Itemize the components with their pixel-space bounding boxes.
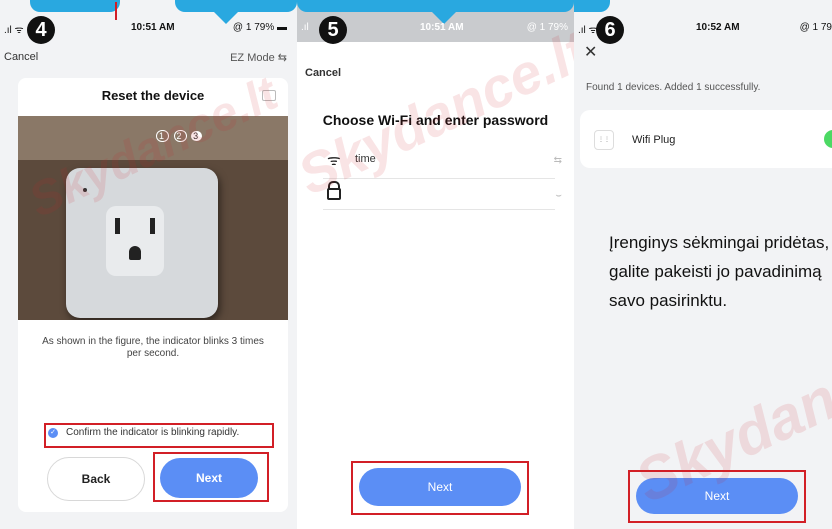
success-note: Įrenginys sėkmingai pridėtas, galite pak… bbox=[609, 233, 830, 310]
plug-icon: ⋮⋮ bbox=[594, 130, 614, 150]
step-5-panel: 5 .ıl 10:51 AM @ 1 79% Cancel Choose Wi-… bbox=[297, 0, 574, 529]
ez-mode-selector[interactable]: EZ Mode ⇆ bbox=[230, 51, 287, 64]
marker-line bbox=[115, 2, 117, 20]
device-card[interactable]: ⋮⋮ Wifi Plug bbox=[580, 110, 832, 168]
back-button[interactable]: Back bbox=[47, 457, 145, 501]
step-number-badge: 4 bbox=[27, 16, 55, 44]
password-field[interactable] bbox=[353, 186, 533, 202]
signal-icon: .ıl bbox=[301, 22, 309, 33]
close-icon[interactable]: ✕ bbox=[584, 42, 597, 62]
swap-network-icon[interactable]: ⇆ bbox=[554, 155, 562, 166]
highlight-next bbox=[351, 461, 529, 515]
step-tab bbox=[297, 0, 574, 12]
status-time: 10:51 AM bbox=[131, 22, 175, 33]
eye-hidden-icon[interactable]: ⌣ bbox=[555, 190, 562, 201]
device-name: Wifi Plug bbox=[632, 134, 676, 146]
highlight-next bbox=[153, 452, 269, 502]
swap-icon: ⇆ bbox=[277, 52, 287, 64]
found-devices-text: Found 1 devices. Added 1 successfully. bbox=[586, 82, 761, 93]
status-time: 10:52 AM bbox=[696, 22, 740, 33]
signal-icon: .ıl ᯤ bbox=[4, 25, 24, 36]
step-number-badge: 5 bbox=[319, 16, 347, 44]
status-battery: @ 1 79 bbox=[799, 22, 832, 33]
cancel-link[interactable]: Cancel bbox=[4, 51, 38, 63]
status-battery: @ 1 79% ▬ bbox=[232, 22, 287, 33]
step-number-badge: 6 bbox=[596, 16, 624, 44]
step-4-panel: 4 .ıl ᯤ 10:51 AM @ 1 79% ▬ Cancel EZ Mod… bbox=[0, 0, 297, 529]
step-6-panel: 6 .ıl ᯤ 10:52 AM @ 1 79 ✕ Found 1 device… bbox=[574, 0, 832, 529]
highlight-confirm bbox=[44, 423, 274, 448]
instruction-text: As shown in the figure, the indicator bl… bbox=[42, 336, 264, 359]
step-tab bbox=[175, 0, 297, 12]
step-tab bbox=[30, 0, 120, 12]
cancel-link[interactable]: Cancel bbox=[305, 67, 341, 79]
divider bbox=[323, 209, 555, 210]
status-time: 10:51 AM bbox=[420, 22, 464, 33]
power-toggle[interactable] bbox=[824, 130, 832, 148]
signal-icon: .ıl ᯤ bbox=[578, 25, 598, 36]
step-tab bbox=[574, 0, 610, 12]
